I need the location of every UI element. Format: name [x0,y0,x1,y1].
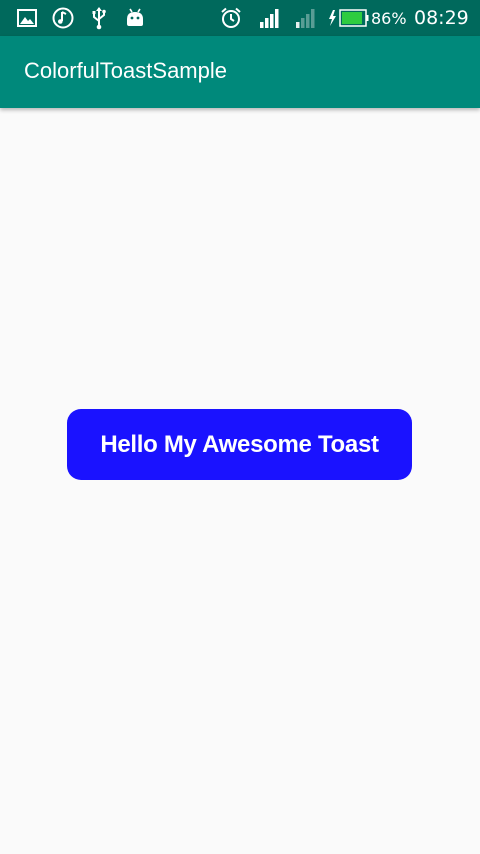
alarm-icon [219,6,243,30]
music-note-icon [51,6,75,30]
toast-text: Hello My Awesome Toast [100,430,379,458]
battery-charging-icon [327,6,369,30]
battery-percent: 86% [371,9,407,28]
status-bar: 86% 08:29 [0,0,480,36]
app-title: ColorfulToastSample [24,58,227,83]
status-clock: 08:29 [414,7,469,29]
android-icon [124,6,146,30]
signal-icon [258,6,282,30]
image-icon [16,6,38,30]
toast-message: Hello My Awesome Toast [67,409,412,480]
signal-weak-icon [294,6,318,30]
usb-icon [88,6,110,30]
app-bar: ColorfulToastSample [0,36,480,108]
main-content [0,108,480,854]
